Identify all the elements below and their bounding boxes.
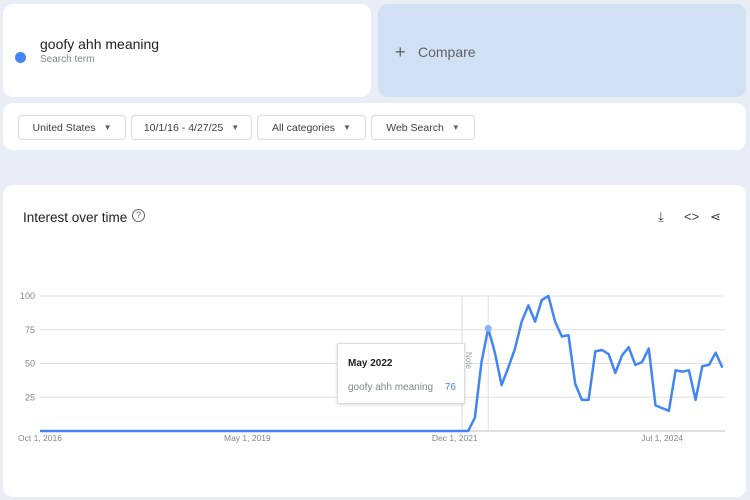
x-tick-label: Dec 1, 2021: [432, 433, 478, 443]
tooltip: May 2022 goofy ahh meaning 76: [337, 343, 465, 404]
x-tick-label: Oct 1, 2016: [18, 433, 62, 443]
x-tick-label: Jul 1, 2024: [641, 433, 683, 443]
x-tick-label: May 1, 2019: [224, 433, 271, 443]
data-point: [484, 324, 492, 332]
y-tick-label: 25: [25, 392, 35, 402]
y-tick-label: 75: [25, 325, 35, 335]
tooltip-month: May 2022: [348, 358, 393, 369]
tooltip-term: goofy ahh meaning: [348, 382, 434, 393]
line-chart: 25 50 75 100 Oct 1, 2016 May 1, 2019 Dec 1, 20…: [18, 291, 725, 443]
tooltip-value: 76: [444, 382, 456, 393]
y-tick-label: 100: [20, 291, 35, 301]
annotation-label: Note: [464, 352, 473, 369]
y-tick-label: 50: [25, 359, 35, 369]
